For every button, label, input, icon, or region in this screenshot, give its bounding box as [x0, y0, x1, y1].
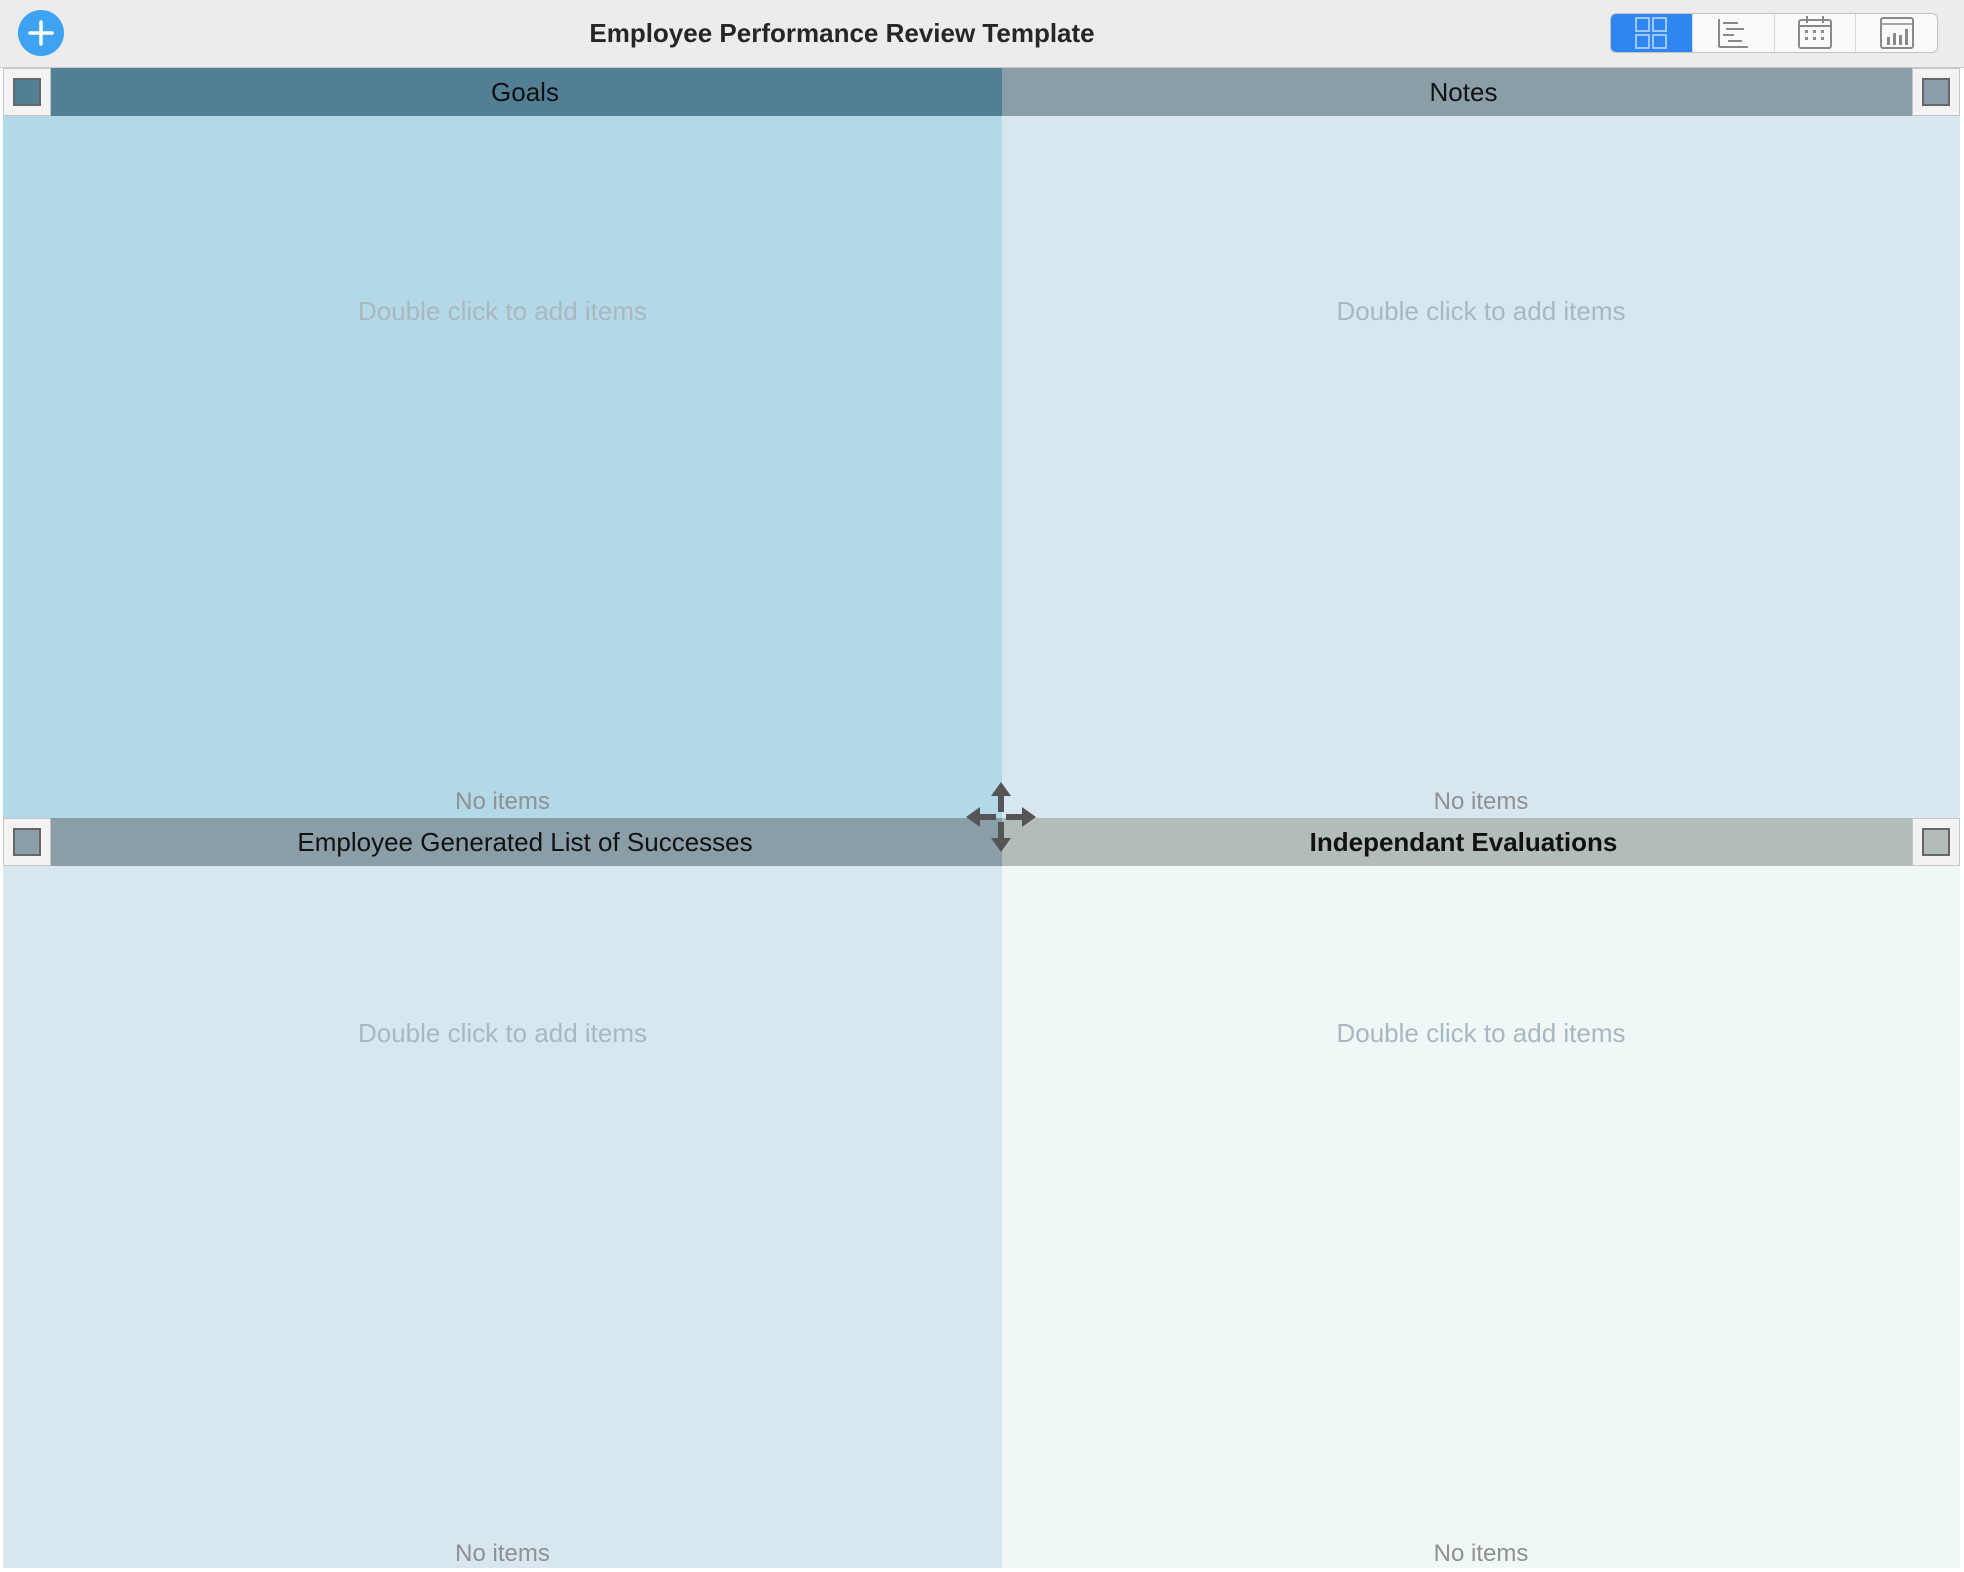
grid-view-button[interactable] [1611, 14, 1693, 52]
view-mode-switcher [1610, 13, 1938, 53]
grid-view-icon [1635, 17, 1668, 49]
quadrant-header: Independant Evaluations [1002, 818, 1960, 866]
add-items-hint: Double click to add items [1336, 1018, 1626, 1048]
quadrant-title: Notes [1429, 76, 1498, 107]
quadrant-checkbox[interactable] [13, 78, 41, 106]
empty-label: No items [1433, 1540, 1529, 1567]
outline-view-icon [1718, 19, 1749, 48]
chart-view-button[interactable] [1856, 14, 1937, 52]
checkbox-container [1912, 68, 1960, 116]
chart-view-icon [1879, 17, 1914, 49]
quadrant-checkbox[interactable] [1922, 828, 1950, 856]
toolbar: Employee Performance Review Template [0, 0, 1964, 68]
quadrant-header: Notes [1002, 68, 1960, 116]
quadrant-checkbox[interactable] [1922, 78, 1950, 106]
app-window: Employee Performance Review Template Goa… [0, 0, 1964, 1572]
quadrant-resize-handle[interactable] [962, 778, 1040, 856]
add-items-hint: Double click to add items [357, 296, 648, 326]
add-items-hint: Double click to add items [357, 1018, 648, 1048]
empty-label: No items [455, 1540, 550, 1567]
checkbox-container [1912, 818, 1960, 866]
quadrant-title: Independant Evaluations [1309, 826, 1618, 857]
quadrant-goals[interactable]: Goals Double click to add items No items [3, 68, 1002, 818]
quadrant-header: Employee Generated List of Successes [3, 818, 1002, 866]
checkbox-container [3, 68, 51, 116]
quadrant-notes[interactable]: Notes Double click to add items No items [1002, 68, 1960, 818]
empty-label: No items [1433, 788, 1529, 815]
quadrant-header: Goals [3, 68, 1002, 116]
checkbox-container [3, 818, 51, 866]
quadrant-title: Goals [491, 76, 559, 107]
move-arrows-icon [966, 782, 1036, 852]
empty-label: No items [455, 788, 550, 815]
outline-view-button[interactable] [1693, 14, 1775, 52]
quadrant-evaluations[interactable]: Independant Evaluations Double click to … [1002, 818, 1960, 1568]
calendar-view-button[interactable] [1775, 14, 1857, 52]
window-title: Employee Performance Review Template [589, 18, 1095, 48]
quadrant-successes[interactable]: Employee Generated List of Successes Dou… [3, 818, 1002, 1568]
calendar-view-icon [1797, 16, 1832, 49]
quadrant-checkbox[interactable] [13, 828, 41, 856]
add-items-hint: Double click to add items [1336, 296, 1626, 326]
quadrant-title: Employee Generated List of Successes [297, 826, 753, 857]
